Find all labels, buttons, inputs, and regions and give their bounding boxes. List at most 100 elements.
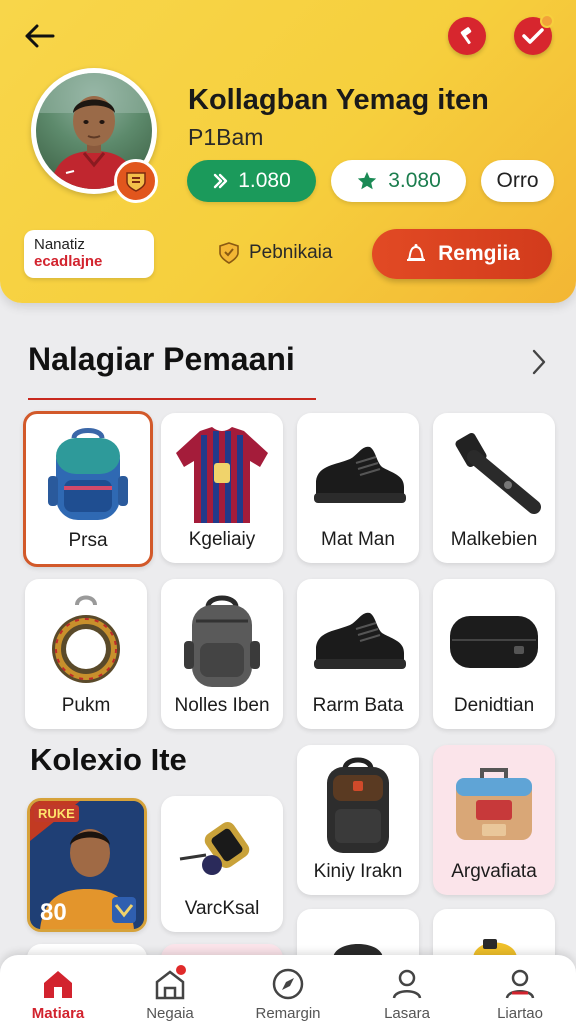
nav-label: Lasara bbox=[384, 1005, 430, 1022]
tag-line2: ecadlajne bbox=[34, 253, 103, 270]
section-title: Kolexio Ite bbox=[30, 742, 187, 777]
check-icon bbox=[522, 28, 544, 44]
item-label: VarcKsal bbox=[184, 898, 260, 919]
case-icon bbox=[450, 616, 538, 668]
item-card[interactable]: Kgeliaiy bbox=[161, 413, 283, 563]
item-image bbox=[26, 422, 150, 530]
item-label: Rarm Bata bbox=[312, 695, 404, 716]
profile-icon bbox=[505, 969, 535, 999]
more-pill[interactable]: Orro bbox=[481, 160, 554, 202]
nav-icon-wrap bbox=[152, 965, 188, 1001]
verified-badge: Pebnikaia bbox=[217, 241, 332, 265]
nav-label: Liartao bbox=[497, 1005, 543, 1022]
profile-name: Kollagban Yemag iten bbox=[188, 84, 489, 116]
backpack-icon bbox=[184, 595, 260, 687]
item-card[interactable]: Prsa bbox=[23, 411, 153, 567]
tag-card[interactable]: Nanatiz ecadlajne bbox=[24, 230, 154, 278]
user-icon bbox=[392, 969, 422, 999]
hammer-icon bbox=[460, 27, 472, 45]
shield-icon bbox=[219, 242, 239, 264]
ring-icon bbox=[52, 595, 120, 683]
stars-pill[interactable]: 3.080 bbox=[331, 160, 466, 202]
coins-pill[interactable]: 1.080 bbox=[187, 160, 316, 202]
nav-icon-wrap bbox=[270, 967, 306, 1001]
item-card[interactable]: Pukm bbox=[25, 579, 147, 729]
item-image bbox=[297, 753, 419, 861]
item-label: Mat Man bbox=[321, 529, 395, 550]
player-card[interactable]: RUKE 80 bbox=[27, 798, 147, 932]
nav-badge-dot bbox=[176, 965, 186, 975]
dumbbell-icon bbox=[179, 822, 250, 875]
notification-dot bbox=[540, 14, 554, 28]
nav-icon-wrap bbox=[389, 967, 425, 1001]
bottom-nav: Matiara Negaia Remargin Lasara Liartao bbox=[0, 955, 576, 1024]
shoe-icon bbox=[314, 612, 406, 669]
item-label: Argvafiata bbox=[451, 861, 537, 882]
strap-icon bbox=[455, 432, 541, 514]
nav-icon-wrap bbox=[502, 967, 538, 1001]
nav-label: Matiara bbox=[31, 1005, 85, 1022]
player-card-rating: 80 bbox=[40, 899, 67, 926]
item-label: Malkebien bbox=[450, 529, 538, 550]
item-label: Pukm bbox=[61, 695, 111, 716]
player-card-badge: RUKE bbox=[34, 805, 79, 822]
item-image bbox=[433, 421, 555, 529]
home-icon bbox=[44, 971, 72, 998]
claim-label: Remgiia bbox=[438, 242, 520, 265]
item-image bbox=[297, 421, 419, 529]
item-image bbox=[161, 587, 283, 695]
hammer-button[interactable] bbox=[448, 17, 486, 55]
chevron-right-icon bbox=[532, 349, 546, 375]
item-card[interactable]: Denidtian bbox=[433, 579, 555, 729]
jersey-icon bbox=[176, 427, 268, 523]
back-button[interactable] bbox=[20, 16, 60, 56]
item-label: Kgeliaiy bbox=[188, 529, 256, 550]
verified-label: Pebnikaia bbox=[249, 242, 333, 263]
tag-line1: Nanatiz bbox=[34, 236, 85, 253]
section-underline bbox=[28, 398, 316, 400]
arrow-left-icon bbox=[25, 24, 55, 48]
bell-icon bbox=[407, 244, 426, 261]
compass-icon bbox=[272, 968, 304, 1000]
suitcase-icon bbox=[456, 768, 532, 840]
item-card[interactable]: Malkebien bbox=[433, 413, 555, 563]
nav-profile[interactable]: Liartao bbox=[470, 967, 570, 1024]
coins-value: 1.080 bbox=[238, 169, 291, 192]
item-image bbox=[433, 587, 555, 695]
item-card[interactable]: Mat Man bbox=[297, 413, 419, 563]
nav-label: Remargin bbox=[255, 1005, 321, 1022]
shoe-icon bbox=[314, 446, 406, 503]
item-label: Kiniy Irakn bbox=[313, 861, 403, 882]
crest-icon bbox=[126, 172, 146, 192]
item-label: Nolles Iben bbox=[174, 695, 270, 716]
stars-value: 3.080 bbox=[388, 169, 441, 192]
profile-header: Kollagban Yemag iten P1Bam 1.080 3.080 O… bbox=[0, 0, 576, 303]
check-button[interactable] bbox=[514, 14, 554, 55]
item-card[interactable]: Rarm Bata bbox=[297, 579, 419, 729]
section-more-button[interactable] bbox=[524, 345, 554, 379]
item-card[interactable]: Kiniy Irakn bbox=[297, 745, 419, 895]
nav-user[interactable]: Lasara bbox=[357, 967, 457, 1024]
backpack-icon bbox=[48, 428, 128, 520]
item-label: Denidtian bbox=[453, 695, 535, 716]
nav-home[interactable]: Matiara bbox=[8, 967, 108, 1024]
item-image bbox=[433, 753, 555, 861]
more-label: Orro bbox=[496, 169, 539, 192]
profile-subtitle: P1Bam bbox=[188, 124, 264, 150]
club-badge bbox=[114, 159, 158, 203]
section-title: Nalagiar Pemaani bbox=[28, 341, 295, 377]
item-card[interactable]: VarcKsal bbox=[161, 796, 283, 932]
item-card[interactable]: Nolles Iben bbox=[161, 579, 283, 729]
nav-explore[interactable]: Remargin bbox=[238, 967, 338, 1024]
item-image bbox=[297, 587, 419, 695]
rucksack-icon bbox=[327, 757, 389, 853]
nav-label: Negaia bbox=[146, 1005, 194, 1022]
star-icon bbox=[358, 171, 377, 190]
item-card[interactable]: Argvafiata bbox=[433, 745, 555, 895]
nav-store[interactable]: Negaia bbox=[120, 965, 220, 1024]
item-image bbox=[25, 587, 147, 695]
item-image bbox=[161, 804, 283, 894]
signal-icon bbox=[214, 173, 228, 189]
claim-button[interactable]: Remgiia bbox=[372, 229, 552, 279]
nav-icon-wrap bbox=[40, 967, 76, 1001]
